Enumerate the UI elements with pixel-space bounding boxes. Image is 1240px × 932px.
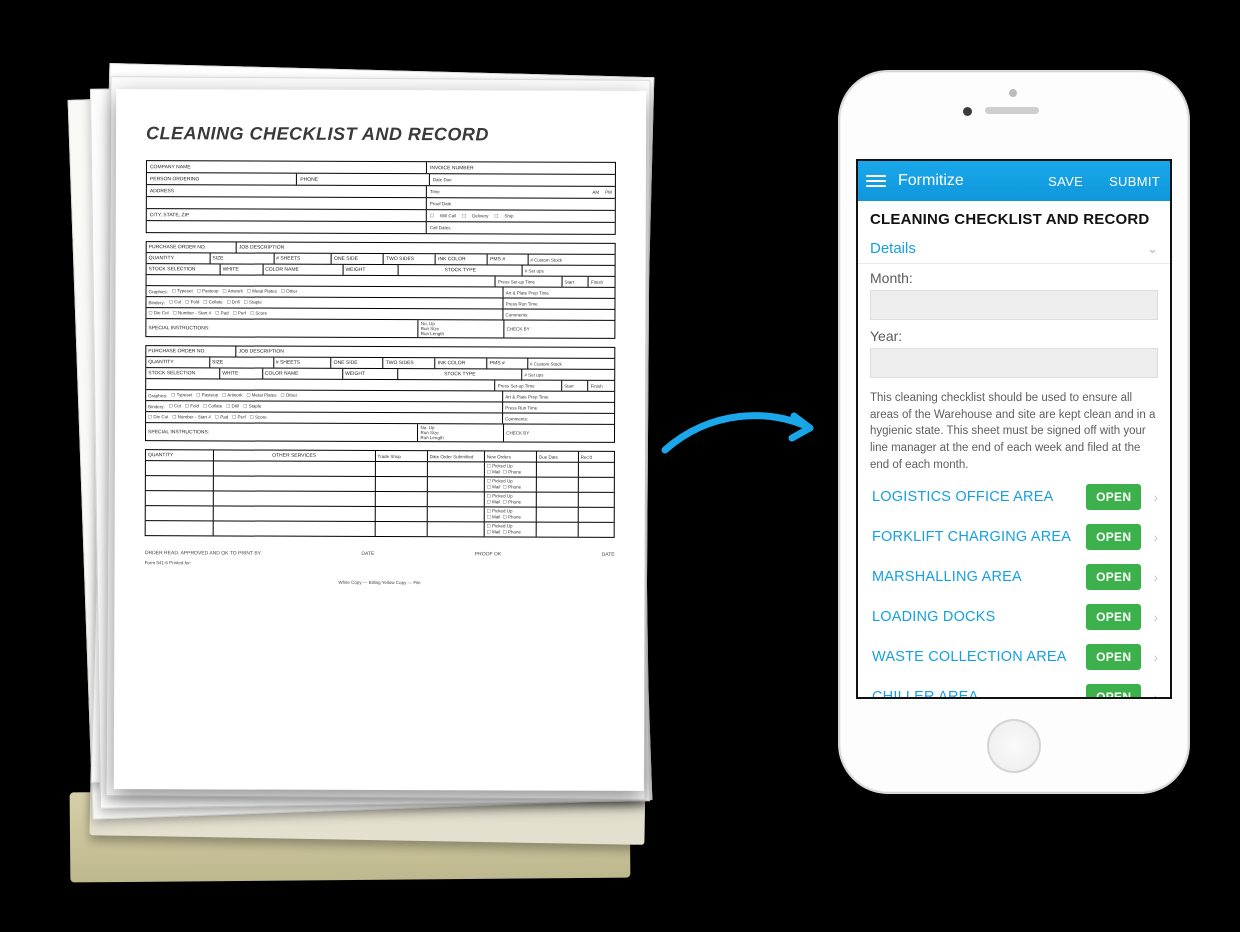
area-row[interactable]: CHILLER AREA OPEN ›: [858, 677, 1170, 699]
open-button[interactable]: OPEN: [1086, 644, 1141, 670]
paper-label: Trade Shop: [378, 453, 401, 458]
paper-label: Form 541-6 Printed for:: [145, 560, 192, 565]
paper-label: Call Dates: [430, 225, 451, 230]
paper-label: ORDER READ, APPROVED AND OK TO PRINT BY: [145, 550, 261, 556]
paper-label: DATE: [361, 551, 374, 557]
paper-label: Time: [430, 189, 440, 194]
area-row[interactable]: FORKLIFT CHARGING AREA OPEN ›: [858, 517, 1170, 557]
paper-label: Rec'd: [581, 454, 592, 459]
arrow-icon: [660, 400, 830, 470]
details-section-header[interactable]: Details ⌄: [858, 234, 1170, 264]
phone-mockup: Formitize SAVE SUBMIT CLEANING CHECKLIST…: [838, 70, 1190, 794]
paper-label: CITY, STATE, ZIP: [150, 212, 189, 218]
year-label: Year:: [870, 328, 1158, 344]
paper-label: Date Order Submitted: [430, 454, 474, 459]
paper-label: New Orders: [487, 454, 511, 459]
area-row[interactable]: LOADING DOCKS OPEN ›: [858, 597, 1170, 637]
paper-label: ADDRESS: [150, 188, 174, 194]
open-button[interactable]: OPEN: [1086, 564, 1141, 590]
paper-label: OTHER SERVICES: [272, 453, 316, 459]
area-name: WASTE COLLECTION AREA: [872, 649, 1078, 665]
paper-label: Date Due: [433, 177, 452, 182]
paper-label: AM: [592, 190, 599, 195]
paper-label: PERSON ORDERING: [150, 176, 199, 182]
form-title: CLEANING CHECKLIST AND RECORD: [858, 201, 1170, 234]
phone-screen: Formitize SAVE SUBMIT CLEANING CHECKLIST…: [856, 159, 1172, 699]
year-input[interactable]: [870, 348, 1158, 378]
phone-camera: [963, 107, 972, 116]
phone-speaker: [985, 107, 1039, 114]
chevron-right-icon: ›: [1149, 489, 1162, 505]
paper-label: INVOICE NUMBER: [430, 165, 474, 171]
month-input[interactable]: [870, 290, 1158, 320]
paper-label: ☐: [430, 213, 434, 219]
form-description: This cleaning checklist should be used t…: [858, 380, 1170, 477]
paper-form: CLEANING CHECKLIST AND RECORD COMPANY NA…: [114, 89, 646, 791]
area-name: LOGISTICS OFFICE AREA: [872, 489, 1078, 505]
area-row[interactable]: WASTE COLLECTION AREA OPEN ›: [858, 637, 1170, 677]
paper-title: CLEANING CHECKLIST AND RECORD: [146, 123, 616, 146]
paper-label: Ship: [504, 213, 513, 218]
chevron-right-icon: ›: [1149, 569, 1162, 585]
area-name: CHILLER AREA: [872, 689, 1078, 699]
open-button[interactable]: OPEN: [1086, 524, 1141, 550]
open-button[interactable]: OPEN: [1086, 684, 1141, 699]
home-button[interactable]: [987, 719, 1041, 773]
paper-label: ☐: [462, 213, 466, 219]
chevron-right-icon: ›: [1149, 529, 1162, 545]
paper-label: PROOF OK: [475, 551, 501, 557]
open-button[interactable]: OPEN: [1086, 484, 1141, 510]
open-button[interactable]: OPEN: [1086, 604, 1141, 630]
paper-label: Due Date: [539, 454, 558, 459]
paper-label: White Copy — Billing Yellow Copy — File: [338, 580, 420, 585]
paper-label: PM: [605, 190, 612, 195]
paper-label: DATE: [602, 552, 615, 558]
paper-stack: CLEANING CHECKLIST AND RECORD COMPANY NA…: [60, 30, 650, 900]
app-title: Formitize: [898, 172, 964, 190]
paper-label: Delivery: [472, 213, 488, 218]
menu-icon[interactable]: [866, 175, 886, 187]
details-label: Details: [870, 240, 916, 257]
area-row[interactable]: MARSHALLING AREA OPEN ›: [858, 557, 1170, 597]
month-label: Month:: [870, 270, 1158, 286]
chevron-right-icon: ›: [1149, 649, 1162, 665]
paper-label: Proof Date: [430, 201, 452, 206]
chevron-down-icon: ⌄: [1147, 241, 1158, 257]
app-bar: Formitize SAVE SUBMIT: [858, 161, 1170, 201]
paper-label: ☐: [494, 213, 498, 219]
area-row[interactable]: LOGISTICS OFFICE AREA OPEN ›: [858, 477, 1170, 517]
phone-sensor: [1009, 89, 1017, 97]
paper-label: PHONE: [300, 176, 318, 182]
area-name: LOADING DOCKS: [872, 609, 1078, 625]
paper-label: QUANTITY: [148, 452, 173, 458]
paper-label: Will Call: [440, 213, 456, 218]
paper-label: COMPANY NAME: [150, 164, 191, 170]
submit-button[interactable]: SUBMIT: [1109, 174, 1160, 189]
area-name: MARSHALLING AREA: [872, 569, 1078, 585]
chevron-right-icon: ›: [1149, 609, 1162, 625]
area-list: LOGISTICS OFFICE AREA OPEN › FORKLIFT CH…: [858, 477, 1170, 699]
save-button[interactable]: SAVE: [1048, 174, 1083, 189]
chevron-right-icon: ›: [1149, 689, 1162, 699]
area-name: FORKLIFT CHARGING AREA: [872, 529, 1078, 545]
